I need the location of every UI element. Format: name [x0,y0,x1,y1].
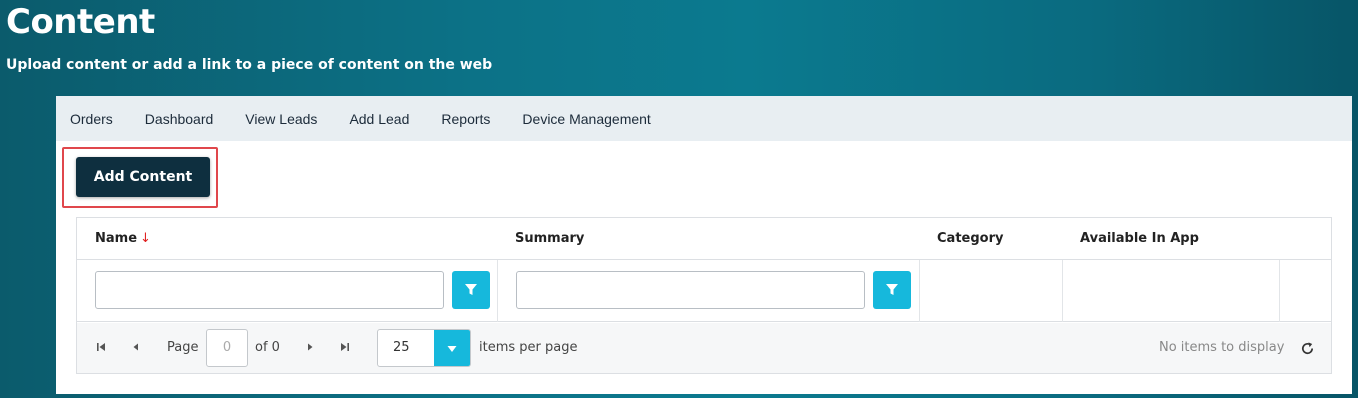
page-title: Content [6,2,155,42]
refresh-icon[interactable] [1299,340,1315,356]
column-header-name-label: Name [95,231,138,246]
top-nav: Orders Dashboard View Leads Add Lead Rep… [56,96,1352,141]
column-header-available-in-app[interactable]: Available In App [1080,231,1199,246]
column-header-category[interactable]: Category [937,231,1003,246]
summary-filter-button[interactable] [873,271,911,309]
page-size-dropdown-button[interactable] [434,330,470,366]
grid-header: Name ↓ Summary Category Available In App [77,218,1331,260]
nav-item-dashboard[interactable]: Dashboard [145,111,214,127]
column-header-name[interactable]: Name ↓ [95,231,151,246]
name-filter-input[interactable] [95,271,444,309]
page-label: Page [167,340,199,355]
previous-page-icon[interactable] [129,340,143,354]
last-page-icon[interactable] [338,340,352,354]
column-header-summary[interactable]: Summary [515,231,584,246]
name-filter-button[interactable] [452,271,490,309]
first-page-icon[interactable] [94,340,108,354]
filter-icon [886,284,898,295]
add-content-button[interactable]: Add Content [76,157,210,197]
page-size-select[interactable]: 25 [377,329,471,367]
nav-item-add-lead[interactable]: Add Lead [349,111,409,127]
page-number-input[interactable]: 0 [206,329,248,367]
page-count-label: of 0 [255,340,280,355]
column-divider [1062,260,1063,322]
column-divider [1279,260,1280,322]
pager: Page 0 of 0 25 items per page No items t… [77,323,1331,373]
next-page-icon[interactable] [303,340,317,354]
pager-status: No items to display [1159,340,1285,355]
filter-row [77,260,1331,322]
filter-icon [465,284,477,295]
content-grid: Name↓ Summary Category Available In App [76,217,1332,374]
nav-item-reports[interactable]: Reports [441,111,490,127]
content-panel: Orders Dashboard View Leads Add Lead Rep… [56,96,1352,394]
page-subtitle: Upload content or add a link to a piece … [6,57,493,73]
nav-item-orders[interactable]: Orders [70,111,113,127]
column-divider [497,260,498,322]
sort-descending-icon: ↓ [140,231,151,246]
items-per-page-label: items per page [479,340,578,355]
nav-item-view-leads[interactable]: View Leads [245,111,317,127]
nav-item-device-management[interactable]: Device Management [522,111,650,127]
column-divider [919,260,920,322]
summary-filter-input[interactable] [516,271,865,309]
page-size-value: 25 [393,340,410,355]
chevron-down-icon [447,346,457,352]
